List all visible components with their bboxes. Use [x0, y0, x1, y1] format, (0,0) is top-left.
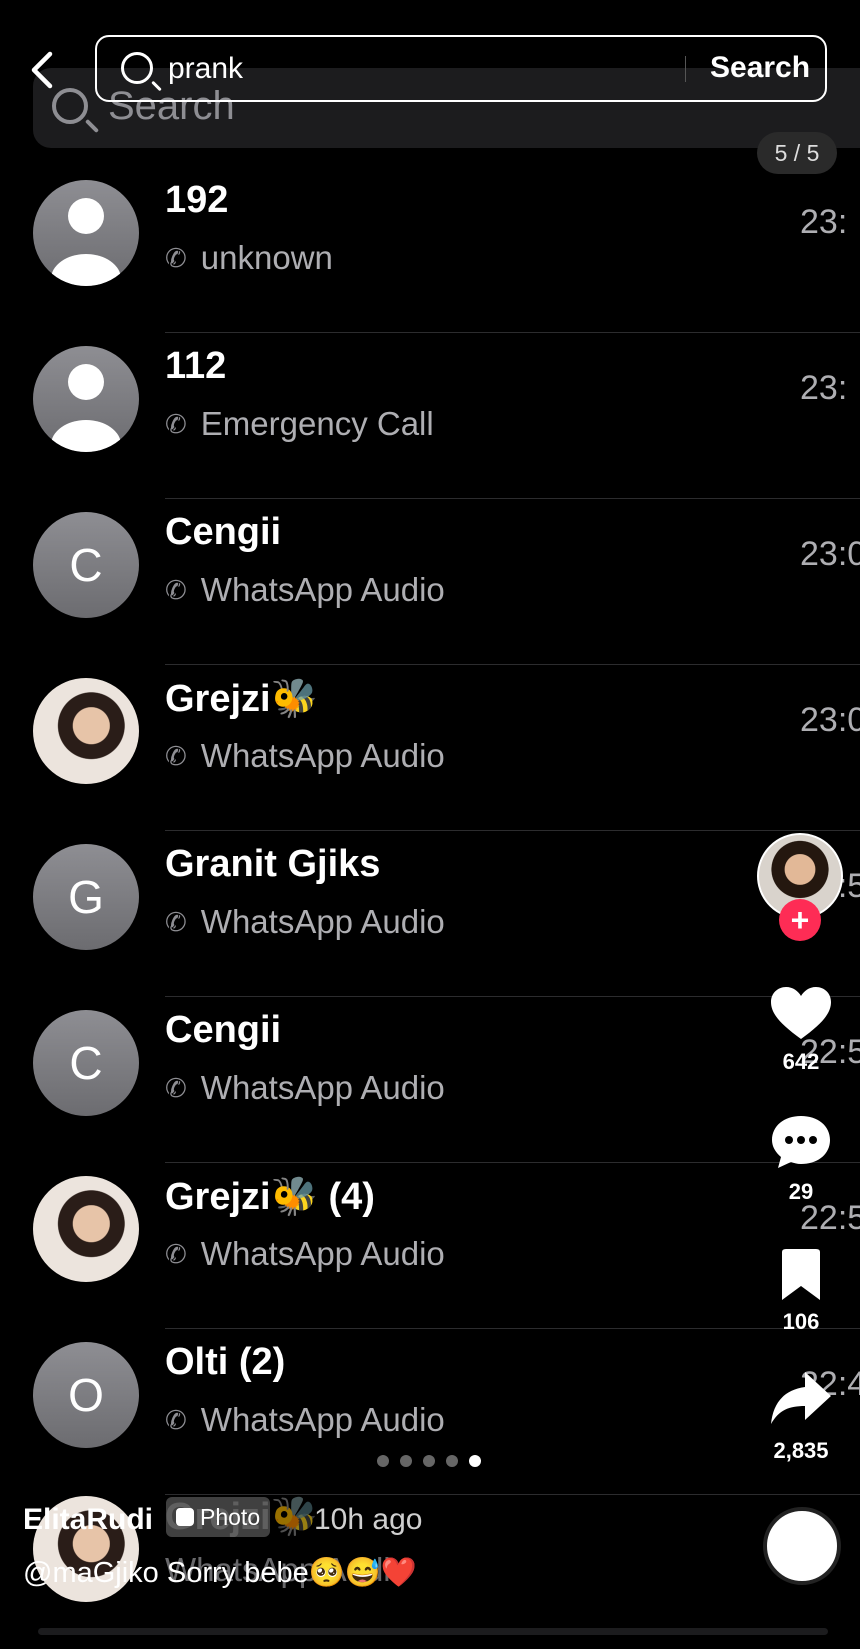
call-name: Grejzi🐝 (4) [165, 1176, 375, 1218]
call-name: 112 [165, 345, 227, 387]
share-count: 2,835 [773, 1438, 829, 1463]
call-row[interactable]: Grejzi🐝 (4) ✆ WhatsApp Audio 22:5 [0, 1163, 860, 1329]
call-name: Cengii [165, 511, 282, 553]
search-icon [121, 52, 153, 84]
phone-call-icon: ✆ [165, 574, 187, 605]
call-row[interactable]: 112 ✆ Emergency Call 23: [0, 333, 860, 499]
call-type: ✆ WhatsApp Audio [165, 571, 445, 609]
phone-call-icon: ✆ [165, 740, 187, 771]
call-row[interactable]: GGranit Gjiks✆WhatsApp Audio22:5 [0, 831, 860, 997]
call-type: ✆ unknown [165, 239, 333, 277]
call-type: ✆ WhatsApp Audio [165, 1235, 445, 1273]
call-type: ✆ Emergency Call [165, 405, 434, 443]
phone-call-icon: ✆ [165, 408, 187, 439]
call-type: ✆ WhatsApp Audio [165, 737, 445, 775]
call-time: 23: [800, 203, 848, 241]
call-row[interactable]: 192 ✆ unknown 23: [0, 167, 860, 333]
call-name: Cengii [165, 1009, 282, 1051]
photo-badge: Photo [166, 1497, 271, 1537]
bookmark-icon[interactable] [778, 1248, 824, 1302]
call-row[interactable]: C Cengii ✆ WhatsApp Audio 22:5 [0, 997, 860, 1163]
call-type-label: WhatsApp Audio [200, 1069, 445, 1106]
phone-call-icon: ✆ [165, 1238, 187, 1269]
post-caption[interactable]: @maGjiko Sorry bebe🥺😅❤️ [23, 1556, 417, 1590]
carousel-dot[interactable] [446, 1455, 458, 1467]
avatar-initial: O [33, 1342, 139, 1448]
avatar-placeholder-icon [33, 346, 139, 452]
heart-icon[interactable] [769, 985, 833, 1041]
call-type-label: WhatsApp Audio [200, 1401, 445, 1438]
call-type-label: Emergency Call [200, 405, 434, 442]
search-divider [685, 56, 686, 82]
photo-badge-label: Photo [200, 1503, 261, 1530]
carousel-dot[interactable] [469, 1455, 481, 1467]
follow-button[interactable]: + [779, 899, 821, 941]
background-search-icon [52, 88, 88, 124]
call-name: 192 [165, 179, 229, 221]
save-count: 106 [782, 1309, 820, 1334]
author-name[interactable]: ElitaRudi [23, 1503, 153, 1537]
call-row[interactable]: C Cengii ✆ WhatsApp Audio 23:0 [0, 499, 860, 665]
carousel-dot[interactable] [400, 1455, 412, 1467]
call-name: Granit Gjiks [165, 843, 381, 885]
phone-call-icon: ✆ [165, 242, 187, 273]
carousel-dot[interactable] [377, 1455, 389, 1467]
back-chevron-icon[interactable] [28, 50, 58, 90]
call-time: 23: [800, 369, 848, 407]
home-indicator [38, 1628, 828, 1635]
carousel-dots [377, 1455, 481, 1467]
avatar-photo [33, 678, 139, 784]
avatar-initial: C [33, 1010, 139, 1116]
call-type-label: WhatsApp Audio [200, 737, 445, 774]
call-type-label: WhatsApp Audio [200, 571, 445, 608]
call-type: ✆ WhatsApp Audio [165, 1401, 445, 1439]
phone-call-icon: ✆ [165, 906, 187, 937]
call-time: 23:0 [800, 535, 860, 573]
call-time: 23:0 [800, 701, 860, 739]
call-type-label: unknown [200, 239, 333, 276]
carousel-dot[interactable] [423, 1455, 435, 1467]
search-button[interactable]: Search [710, 51, 810, 85]
post-time: 10h ago [314, 1503, 423, 1536]
call-type: ✆ WhatsApp Audio [165, 1069, 445, 1107]
avatar-initial: C [33, 512, 139, 618]
comment-icon[interactable] [770, 1114, 832, 1170]
call-row[interactable]: O Olti (2) ✆ WhatsApp Audio 22:4 [0, 1329, 860, 1495]
photo-icon [176, 1508, 194, 1526]
phone-call-icon: ✆ [165, 1404, 187, 1435]
search-query[interactable]: prank [168, 52, 243, 86]
call-row[interactable]: Grejzi🐝 ✆ WhatsApp Audio 23:0 [0, 665, 860, 831]
call-type: ✆ WhatsApp Audio [165, 903, 445, 941]
like-count: 642 [782, 1049, 820, 1074]
avatar-photo [33, 1176, 139, 1282]
call-type-label: WhatsApp Audio [200, 903, 445, 940]
avatar-initial: G [33, 844, 139, 950]
call-name: Olti (2) [165, 1341, 286, 1383]
comment-count: 29 [788, 1179, 814, 1204]
share-icon[interactable] [769, 1370, 833, 1426]
phone-call-icon: ✆ [165, 1072, 187, 1103]
call-type-label: WhatsApp Audio [200, 1235, 445, 1272]
call-name: Grejzi🐝 [165, 678, 318, 720]
avatar-placeholder-icon [33, 180, 139, 286]
music-disc[interactable] [763, 1507, 841, 1585]
